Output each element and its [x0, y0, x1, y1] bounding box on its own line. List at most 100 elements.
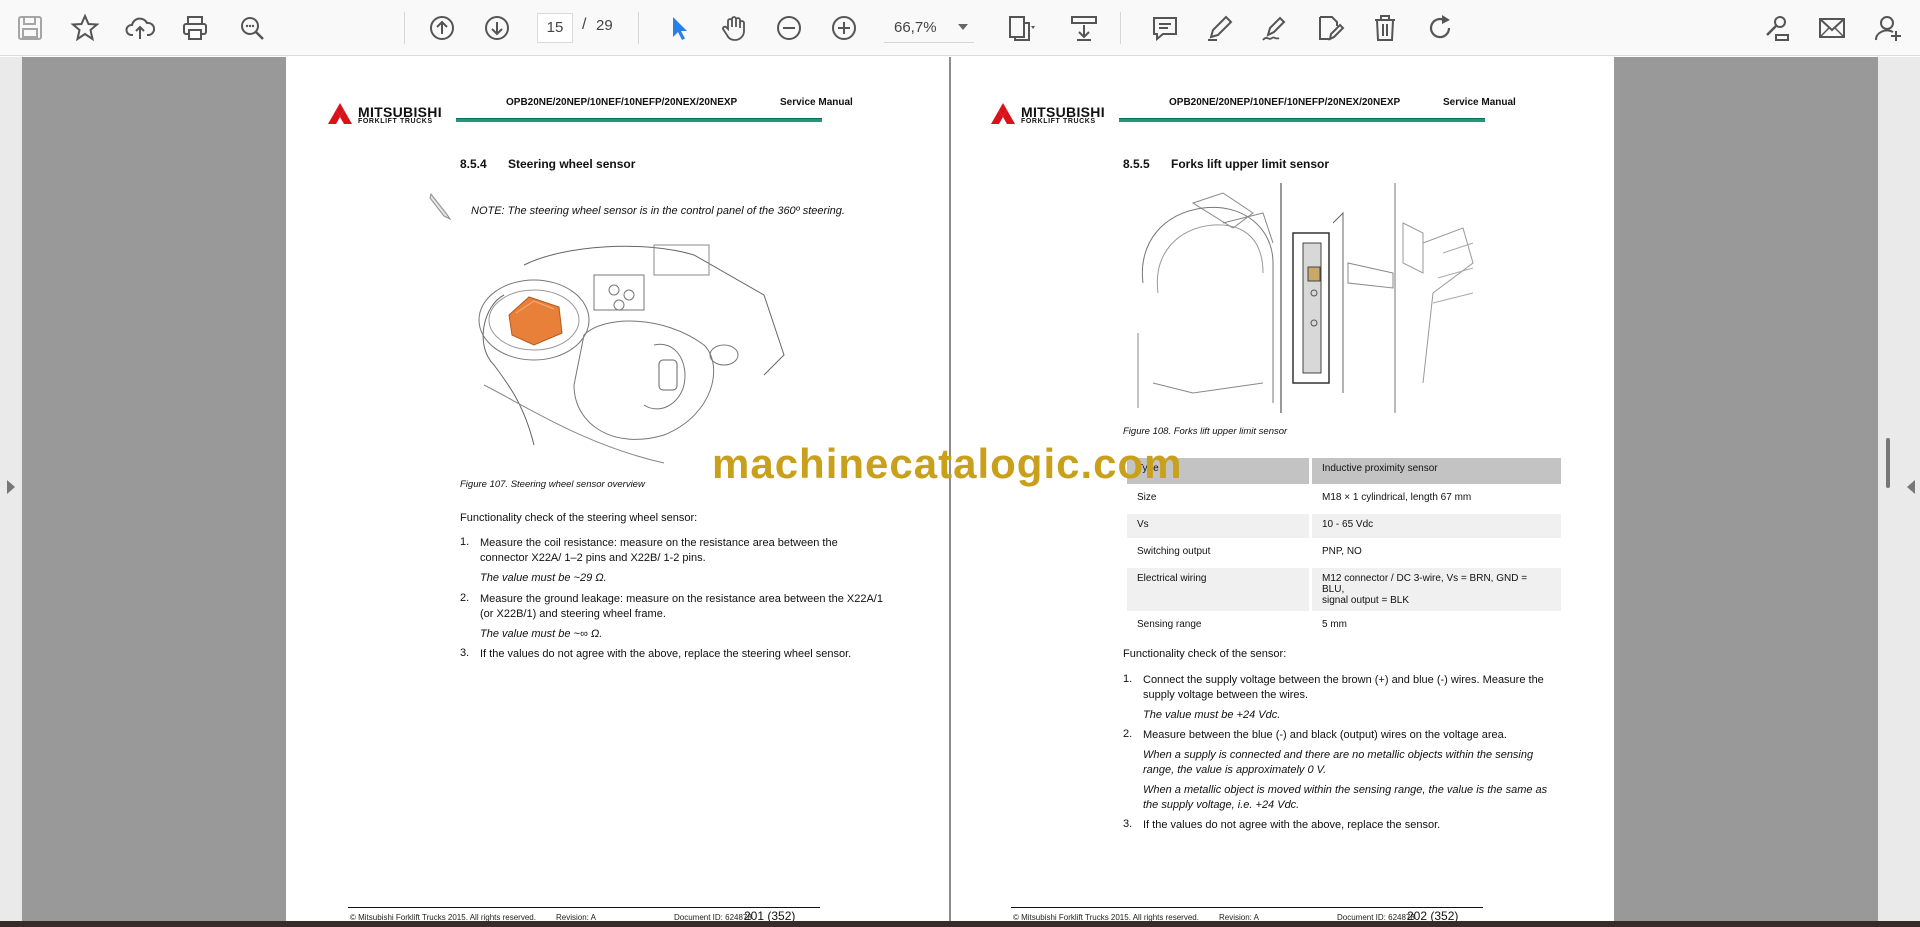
list-item-result: the supply voltage, i.e. +24 Vdc.	[1143, 799, 1300, 811]
table-value: 5 mm	[1322, 619, 1347, 630]
section-title: Forks lift upper limit sensor	[1171, 157, 1330, 171]
footer-rule	[1011, 907, 1483, 908]
edit-icon[interactable]	[1310, 8, 1350, 48]
table-key: Vs	[1127, 514, 1309, 538]
mitsubishi-logo-icon	[991, 103, 1015, 124]
list-number: 2.	[1123, 728, 1133, 740]
brand-subtitle: FORKLIFT TRUCKS	[1021, 118, 1096, 125]
zoom-out-icon[interactable]	[769, 8, 809, 48]
list-item-line: Measure between the blue (-) and black (…	[1143, 729, 1507, 741]
table-value: Inductive proximity sensor	[1312, 458, 1561, 484]
zoom-select[interactable]: 66,7%	[884, 13, 974, 43]
select-cursor-icon[interactable]	[659, 8, 699, 48]
steering-sensor-figure	[478, 244, 785, 464]
arrow-up-icon[interactable]	[422, 8, 462, 48]
list-item-line: Measure the coil resistance: measure on …	[480, 537, 838, 549]
forks-sensor-figure	[1137, 183, 1474, 413]
delete-icon[interactable]	[1365, 8, 1405, 48]
table-key: Electrical wiring	[1127, 568, 1309, 611]
table-value: M18 × 1 cylindrical, length 67 mm	[1322, 492, 1472, 503]
table-value: signal output = BLK	[1322, 595, 1410, 606]
watermark-text: machinecatalogic.com	[712, 440, 1183, 487]
page-total: 29	[596, 17, 613, 34]
footer-revision: Revision: A	[1219, 913, 1260, 921]
upload-icon[interactable]	[120, 8, 160, 48]
toolbar-separator	[638, 12, 639, 44]
toolbar-separator	[404, 12, 405, 44]
table-row: Type Inductive proximity sensor	[1127, 458, 1561, 484]
arrow-down-icon[interactable]	[477, 8, 517, 48]
list-item-line: Measure the ground leakage: measure on t…	[480, 593, 883, 605]
figure-caption: Figure 107. Steering wheel sensor overvi…	[460, 479, 645, 490]
brand-logo: MITSUBISHI FORKLIFT TRUCKS	[989, 101, 1125, 129]
pen-icon[interactable]	[1200, 8, 1240, 48]
manual-type: Service Manual	[780, 97, 853, 108]
mitsubishi-logo-icon	[328, 103, 352, 124]
page-fit-icon[interactable]	[1000, 8, 1040, 48]
list-item-result: The value must be +24 Vdc.	[1143, 709, 1281, 721]
page-separator: /	[582, 16, 587, 33]
page-left: MITSUBISHI FORKLIFT TRUCKS OPB20NE/20NEP…	[286, 57, 949, 921]
mail-icon[interactable]	[1812, 8, 1852, 48]
save-icon[interactable]	[10, 8, 50, 48]
toolbar: 15 / 29 66,7%	[0, 0, 1920, 56]
table-value: PNP, NO	[1322, 546, 1362, 557]
list-item-line: If the values do not agree with the abov…	[480, 648, 852, 660]
table-row: Electrical wiring M12 connector / DC 3-w…	[1127, 568, 1561, 611]
section-number: 8.5.5	[1123, 157, 1150, 171]
footer-copyright: © Mitsubishi Forklift Trucks 2015. All r…	[350, 913, 536, 921]
star-icon[interactable]	[65, 8, 105, 48]
footer-copyright: © Mitsubishi Forklift Trucks 2015. All r…	[1013, 913, 1199, 921]
bottom-bar	[0, 921, 1920, 927]
footer-document-id: Document ID: 624878	[674, 913, 752, 921]
zoom-value: 66,7%	[894, 19, 937, 36]
scroll-mode-icon[interactable]	[1064, 8, 1104, 48]
tools-link-icon[interactable]	[1757, 8, 1797, 48]
page-number-input[interactable]: 15	[537, 13, 573, 43]
page-right: MITSUBISHI FORKLIFT TRUCKS OPB20NE/20NEP…	[951, 57, 1614, 921]
section-number: 8.5.4	[460, 157, 487, 171]
list-item-line: (or X22B/1) and steering wheel frame.	[480, 608, 666, 620]
list-item-result: The value must be ~29 Ω.	[480, 572, 607, 584]
list-item-result: The value must be ~∞ Ω.	[480, 628, 603, 640]
expand-right-icon[interactable]	[1907, 480, 1915, 494]
zoom-in-icon[interactable]	[824, 8, 864, 48]
list-item-line: connector X22A/ 1–2 pins and X22B/ 1-2 p…	[480, 552, 706, 564]
manual-type: Service Manual	[1443, 97, 1516, 108]
list-item-result: range, the value is approximately 0 V.	[1143, 764, 1327, 776]
table-row: Size M18 × 1 cylindrical, length 67 mm	[1127, 487, 1561, 511]
comment-icon[interactable]	[1145, 8, 1185, 48]
expand-left-icon[interactable]	[7, 480, 15, 494]
table-key: Switching output	[1137, 546, 1211, 557]
sign-icon[interactable]	[1255, 8, 1295, 48]
list-item-line: supply voltage between the wires.	[1143, 689, 1309, 701]
model-header: OPB20NE/20NEP/10NEF/10NEFP/20NEX/20NEXP	[1169, 97, 1401, 108]
note-pencil-icon	[429, 192, 452, 221]
footer-page-number: 201 (352)	[744, 909, 796, 921]
model-header: OPB20NE/20NEP/10NEF/10NEFP/20NEX/20NEXP	[506, 97, 738, 108]
add-user-icon[interactable]	[1868, 8, 1908, 48]
list-number: 3.	[460, 647, 470, 659]
list-item-result: When a metallic object is moved within t…	[1143, 784, 1548, 796]
table-row: Vs 10 - 65 Vdc	[1127, 514, 1561, 538]
hand-icon[interactable]	[714, 8, 754, 48]
print-icon[interactable]	[175, 8, 215, 48]
footer-rule	[348, 907, 820, 908]
list-number: 1.	[1123, 673, 1133, 685]
footer-page-number: 202 (352)	[1407, 909, 1459, 921]
list-item-line: If the values do not agree with the abov…	[1143, 819, 1441, 831]
list-item-result: When a supply is connected and there are…	[1143, 749, 1534, 761]
zoom-search-icon[interactable]	[232, 8, 272, 48]
table-value: 10 - 65 Vdc	[1312, 514, 1561, 538]
header-rule	[1119, 118, 1485, 122]
table-key: Size	[1137, 492, 1157, 503]
table-value-cell: M12 connector / DC 3-wire, Vs = BRN, GND…	[1312, 568, 1561, 611]
list-number: 1.	[460, 536, 470, 548]
section-title: Steering wheel sensor	[508, 157, 636, 171]
table-key: Sensing range	[1137, 619, 1202, 630]
rotate-icon[interactable]	[1420, 8, 1460, 48]
list-item-line: Connect the supply voltage between the b…	[1143, 674, 1544, 686]
scrollbar-thumb[interactable]	[1886, 438, 1890, 488]
brand-subtitle: FORKLIFT TRUCKS	[358, 118, 433, 125]
list-number: 2.	[460, 592, 470, 604]
